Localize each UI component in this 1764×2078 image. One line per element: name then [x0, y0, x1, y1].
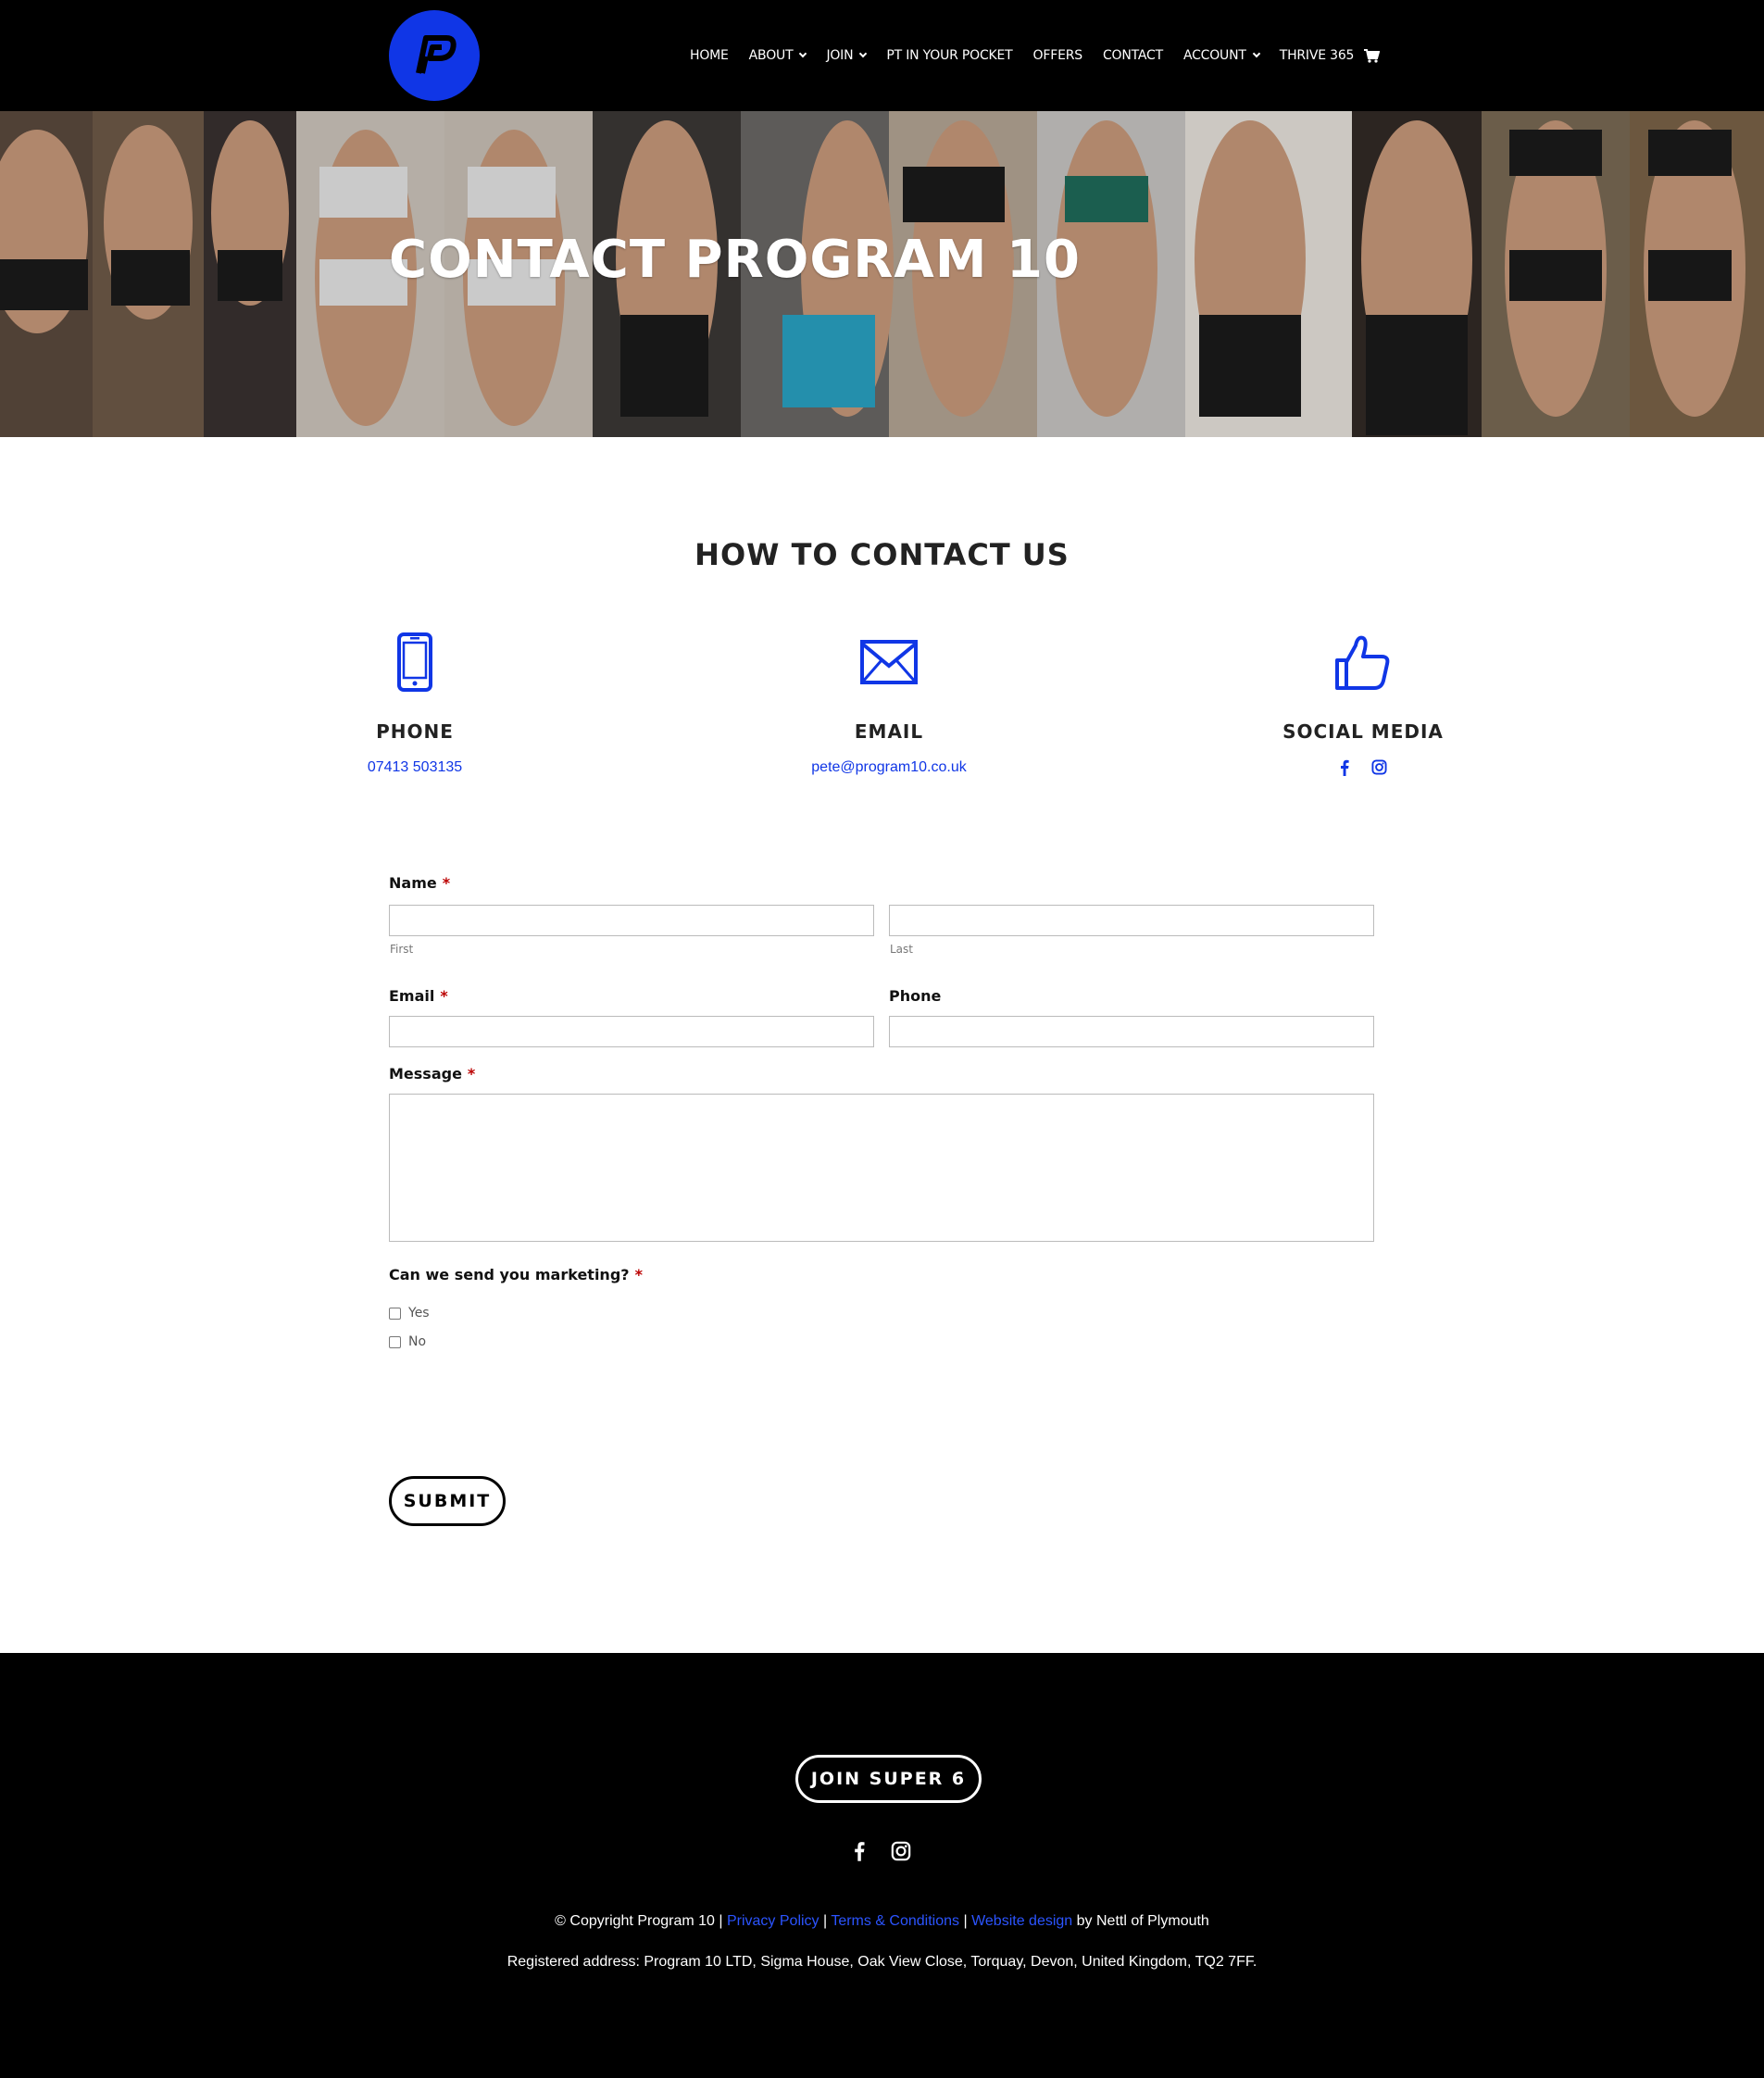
nav-contact[interactable]: CONTACT — [1103, 48, 1163, 63]
nav-about[interactable]: ABOUT — [749, 48, 807, 63]
nav-offers-label: OFFERS — [1032, 48, 1083, 63]
page-title: CONTACT PROGRAM 10 — [389, 230, 1081, 290]
phone-input[interactable] — [889, 1016, 1374, 1047]
yes-checkbox[interactable] — [389, 1307, 401, 1320]
email-link[interactable]: pete@program10.co.uk — [750, 759, 1028, 776]
nav-join-label: JOIN — [826, 48, 854, 63]
instagram-icon[interactable] — [891, 1841, 911, 1865]
last-name-input[interactable] — [889, 905, 1374, 936]
email-label: Email * — [389, 987, 448, 1005]
mobile-phone-icon — [276, 630, 554, 695]
email-column: EMAIL pete@program10.co.uk — [750, 630, 1028, 776]
phone-label: Phone — [889, 987, 942, 1005]
phone-link[interactable]: 07413 503135 — [276, 759, 554, 776]
footer-social-links — [0, 1841, 1764, 1865]
thumbs-up-icon — [1224, 630, 1502, 695]
social-title: SOCIAL MEDIA — [1282, 720, 1444, 743]
website-design-link[interactable]: Website design — [971, 1913, 1072, 1929]
site-footer: JOIN SUPER 6 © Copyright Program 10 | Pr… — [0, 1653, 1764, 2078]
yes-label: Yes — [408, 1306, 430, 1321]
nav-about-label: ABOUT — [748, 48, 794, 63]
first-name-input[interactable] — [389, 905, 874, 936]
terms-link[interactable]: Terms & Conditions — [831, 1913, 959, 1929]
phone-column: PHONE 07413 503135 — [276, 630, 554, 776]
nav-account-label: ACCOUNT — [1182, 48, 1246, 63]
instagram-icon[interactable] — [1370, 759, 1387, 780]
logo-p-icon — [416, 35, 457, 74]
copyright-line: © Copyright Program 10 | Privacy Policy … — [0, 1913, 1764, 1930]
email-input[interactable] — [389, 1016, 874, 1047]
last-sublabel: Last — [890, 943, 913, 956]
privacy-policy-link[interactable]: Privacy Policy — [727, 1913, 819, 1929]
nav-contact-label: CONTACT — [1102, 48, 1163, 63]
phone-title: PHONE — [376, 720, 454, 743]
marketing-no-option[interactable]: No — [389, 1334, 426, 1349]
nav-pt-in-your-pocket[interactable]: PT IN YOUR POCKET — [886, 48, 1012, 63]
chevron-down-icon — [799, 49, 807, 58]
chevron-down-icon — [1252, 49, 1260, 58]
main-nav: HOME ABOUT JOIN PT IN YOUR POCKET OFFERS… — [690, 0, 1381, 111]
no-checkbox[interactable] — [389, 1335, 401, 1348]
message-textarea[interactable] — [389, 1094, 1374, 1242]
marketing-label: Can we send you marketing? * — [389, 1266, 643, 1283]
marketing-yes-option[interactable]: Yes — [389, 1306, 430, 1321]
message-label: Message * — [389, 1065, 476, 1083]
email-title: EMAIL — [854, 720, 924, 743]
social-links — [1224, 759, 1502, 780]
nav-offers[interactable]: OFFERS — [1032, 48, 1083, 63]
nav-home[interactable]: HOME — [690, 48, 729, 63]
facebook-icon[interactable] — [854, 1841, 865, 1865]
hero-banner: CONTACT PROGRAM 10 — [0, 111, 1764, 437]
section-title: HOW TO CONTACT US — [694, 537, 1070, 572]
envelope-icon — [750, 630, 1028, 695]
nav-join[interactable]: JOIN — [826, 48, 868, 63]
site-header: HOME ABOUT JOIN PT IN YOUR POCKET OFFERS… — [0, 0, 1764, 111]
name-label: Name * — [389, 874, 451, 892]
separator: | — [823, 1913, 828, 1929]
registered-address: Registered address: Program 10 LTD, Sigm… — [507, 1954, 1257, 1970]
copyright-text: © Copyright Program 10 | — [555, 1913, 723, 1929]
program10-logo[interactable] — [389, 10, 480, 101]
first-sublabel: First — [390, 943, 414, 956]
nav-thrive-label: THRIVE 365 — [1279, 48, 1355, 63]
no-label: No — [408, 1334, 427, 1349]
submit-button[interactable]: SUBMIT — [389, 1476, 506, 1526]
design-credit: by Nettl of Plymouth — [1076, 1913, 1209, 1929]
separator: | — [963, 1913, 968, 1929]
facebook-icon[interactable] — [1340, 759, 1349, 780]
nav-thrive-365[interactable]: THRIVE 365 — [1280, 48, 1355, 63]
nav-account[interactable]: ACCOUNT — [1182, 48, 1260, 63]
chevron-down-icon — [859, 49, 868, 58]
nav-home-label: HOME — [690, 48, 729, 63]
shopping-cart-icon[interactable] — [1363, 48, 1381, 63]
nav-pt-label: PT IN YOUR POCKET — [886, 48, 1013, 63]
join-super-6-button[interactable]: JOIN SUPER 6 — [795, 1755, 982, 1803]
social-column: SOCIAL MEDIA — [1224, 630, 1502, 780]
